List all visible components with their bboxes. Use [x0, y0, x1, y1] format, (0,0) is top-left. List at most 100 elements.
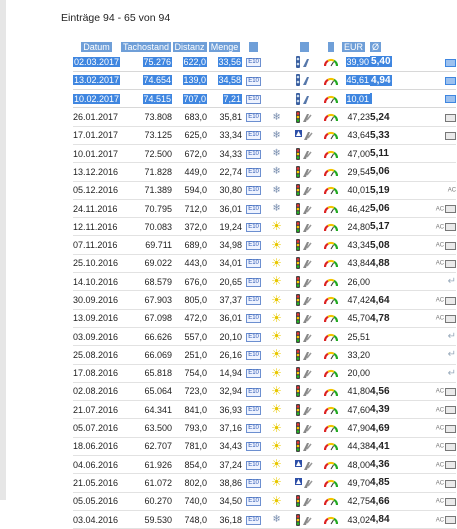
- table-row[interactable]: 07.11.2016 69.711 689,0 34,98 E10 ☀ 43,34 5,08 A…: [73, 235, 457, 255]
- cell-odometer: 71.389: [120, 181, 173, 200]
- cell-driving: [320, 71, 343, 91]
- cell-distance: 805,0: [172, 290, 208, 310]
- cell-distance: 372,0: [172, 217, 208, 237]
- gauge-icon: [324, 205, 339, 213]
- cell-station: [288, 364, 321, 383]
- cell-consumption: 4,85: [370, 473, 414, 493]
- cell-odometer: 71.828: [120, 162, 173, 182]
- table-row[interactable]: 30.09.2016 67.903 805,0 37,37 E10 ☀ 47,42 4,64 A…: [73, 290, 457, 310]
- cell-driving: [320, 272, 343, 292]
- cell-station: [288, 235, 321, 255]
- header-date[interactable]: Datum: [73, 40, 120, 53]
- table-row[interactable]: 24.11.2016 70.795 712,0 36,01 E10 ❄ 46,42 5,06 A…: [73, 199, 457, 219]
- table-row[interactable]: 17.01.2017 73.125 625,0 33,34 E10 ❄ 43,64 5,33: [73, 126, 457, 145]
- sun-icon: ☀: [271, 383, 282, 398]
- table-row[interactable]: 03.09.2016 66.626 557,0 20,10 E10 ☀ 25,51 ↵: [73, 327, 457, 347]
- cell-eur: 49,70: [342, 473, 371, 493]
- table-row[interactable]: 18.06.2016 62.707 781,0 34,43 E10 ☀ 44,38 4,41 A…: [73, 437, 457, 457]
- cell-consumption: 5,19: [370, 181, 414, 200]
- cell-quantity: 38,86: [207, 473, 243, 493]
- cell-weather: ☀: [265, 418, 289, 438]
- table-row[interactable]: 17.08.2016 65.818 754,0 14,94 E10 ☀ 20,00 ↵: [73, 364, 457, 383]
- cell-ac: [413, 126, 457, 145]
- cell-weather: ☀: [265, 455, 289, 475]
- cell-ac: [413, 53, 457, 72]
- traffic-light-icon: [296, 403, 312, 416]
- cell-ac: AC: [413, 235, 457, 255]
- cell-odometer: 73.125: [120, 126, 173, 145]
- gauge-icon: [324, 498, 339, 506]
- cell-consumption: 4,78: [370, 309, 414, 328]
- header-distance[interactable]: Distanz: [172, 40, 207, 53]
- cell-eur: 40,01: [342, 181, 371, 200]
- table-row[interactable]: 04.06.2016 61.926 854,0 37,24 E10 ☀ 48,00 4,36 A…: [73, 455, 457, 475]
- fuel-type-icon: E10: [246, 460, 261, 470]
- cell-station: [288, 272, 321, 292]
- cell-station: [288, 181, 321, 200]
- cell-weather: [265, 89, 289, 109]
- table-row[interactable]: 10.01.2017 72.500 672,0 34,33 E10 ❄ 47,00 5,11: [73, 144, 457, 164]
- cell-ac: AC: [413, 400, 457, 420]
- table-row[interactable]: 25.10.2016 69.022 443,0 34,01 E10 ☀ 43,84 4,88 A…: [73, 254, 457, 274]
- table-row[interactable]: 03.04.2016 59.530 748,0 36,18 E10 ❄ 43,02 4,84 A…: [73, 510, 457, 529]
- table-row[interactable]: 10.02.2017 74.515 707,0 7,21 E10 10,01: [73, 89, 457, 109]
- header-eur[interactable]: EUR: [342, 40, 370, 53]
- cell-distance: 854,0: [172, 455, 208, 475]
- cell-quantity: 30,80: [207, 181, 243, 200]
- cell-odometer: 70.795: [120, 199, 173, 219]
- cell-odometer: 59.530: [120, 510, 173, 529]
- cell-distance: 683,0: [172, 107, 208, 127]
- header-odometer[interactable]: Tachostand: [120, 40, 172, 53]
- ac-icon: AC: [435, 261, 445, 268]
- table-row[interactable]: 05.12.2016 71.389 594,0 30,80 E10 ❄ 40,01 5,19 A…: [73, 181, 457, 200]
- cell-fuel-type: E10: [242, 107, 266, 127]
- cell-distance: 672,0: [172, 144, 208, 164]
- table-row[interactable]: 12.11.2016 70.083 372,0 19,24 E10 ☀ 24,80 5,17 A…: [73, 217, 457, 237]
- table-row[interactable]: 02.03.2017 75.276 622,0 33,56 E10 39,90 5,40: [73, 53, 457, 72]
- table-row[interactable]: 26.01.2017 73.808 683,0 35,81 E10 ❄ 47,23 5,24: [73, 107, 457, 127]
- table-row[interactable]: 21.05.2016 61.072 802,0 38,86 E10 ☀ 49,70 4,85 A…: [73, 473, 457, 493]
- station-selected-icon: [296, 74, 310, 87]
- table-row[interactable]: 13.12.2016 71.828 449,0 22,74 E10 ❄ 29,54 5,06: [73, 162, 457, 182]
- cell-driving: [320, 382, 343, 402]
- table-row[interactable]: 13.09.2016 67.098 472,0 36,01 E10 ☀ 45,70 4,78 A…: [73, 309, 457, 328]
- cell-driving: [320, 126, 343, 145]
- table-row[interactable]: 21.07.2016 64.341 841,0 36,93 E10 ☀ 47,60 4,39 A…: [73, 400, 457, 420]
- traffic-light-icon: [296, 330, 312, 343]
- table-row[interactable]: 14.10.2016 68.579 676,0 20,65 E10 ☀ 26,00 ↵: [73, 272, 457, 292]
- fuel-type-icon: E10: [246, 442, 261, 452]
- traffic-light-icon: [296, 257, 312, 270]
- cell-station: [288, 510, 321, 529]
- header-consumption[interactable]: Ø: [370, 40, 413, 53]
- cell-station: [288, 217, 321, 237]
- table-row[interactable]: 05.07.2016 63.500 793,0 37,16 E10 ☀ 47,90 4,69 A…: [73, 418, 457, 438]
- table-header-row: Datum Tachostand Distanz Menge EUR Ø: [73, 40, 456, 53]
- cell-odometer: 65.818: [120, 364, 173, 383]
- table-row[interactable]: 25.08.2016 66.069 251,0 26,16 E10 ☀ 33,20 ↵: [73, 345, 457, 365]
- cell-driving: [320, 510, 343, 529]
- cell-ac: AC: [413, 309, 457, 328]
- cell-distance: 781,0: [172, 437, 208, 457]
- fuel-type-icon: E10: [246, 76, 261, 86]
- cell-consumption: 5,17: [370, 217, 414, 237]
- cell-weather: ❄: [265, 144, 289, 164]
- fuel-type-icon: E10: [246, 204, 261, 214]
- cell-driving: [320, 364, 343, 383]
- table-row[interactable]: 02.08.2016 65.064 723,0 32,94 E10 ☀ 41,80 4,56 A…: [73, 382, 457, 402]
- sun-icon: ☀: [271, 292, 282, 307]
- cell-quantity: 34,50: [207, 492, 243, 511]
- gauge-icon: [324, 113, 339, 122]
- cell-consumption: [370, 364, 414, 383]
- cell-date: 03.04.2016: [73, 510, 121, 529]
- cell-station: [288, 437, 321, 457]
- fuel-type-icon: E10: [246, 332, 261, 342]
- highway-icon: [295, 130, 313, 141]
- cell-fuel-type: E10: [242, 144, 266, 164]
- table-row[interactable]: 13.02.2017 74.654 139,0 34,58 E10 45,61 4,94: [73, 71, 457, 91]
- cell-ac: AC: [413, 181, 457, 200]
- header-quantity[interactable]: Menge: [207, 40, 242, 53]
- cell-consumption: 4,84: [370, 510, 414, 529]
- sun-icon: ☀: [271, 347, 282, 362]
- table-row[interactable]: 05.05.2016 60.270 740,0 34,50 E10 ☀ 42,75 4,66 A…: [73, 492, 457, 511]
- cell-date: 05.12.2016: [73, 181, 121, 200]
